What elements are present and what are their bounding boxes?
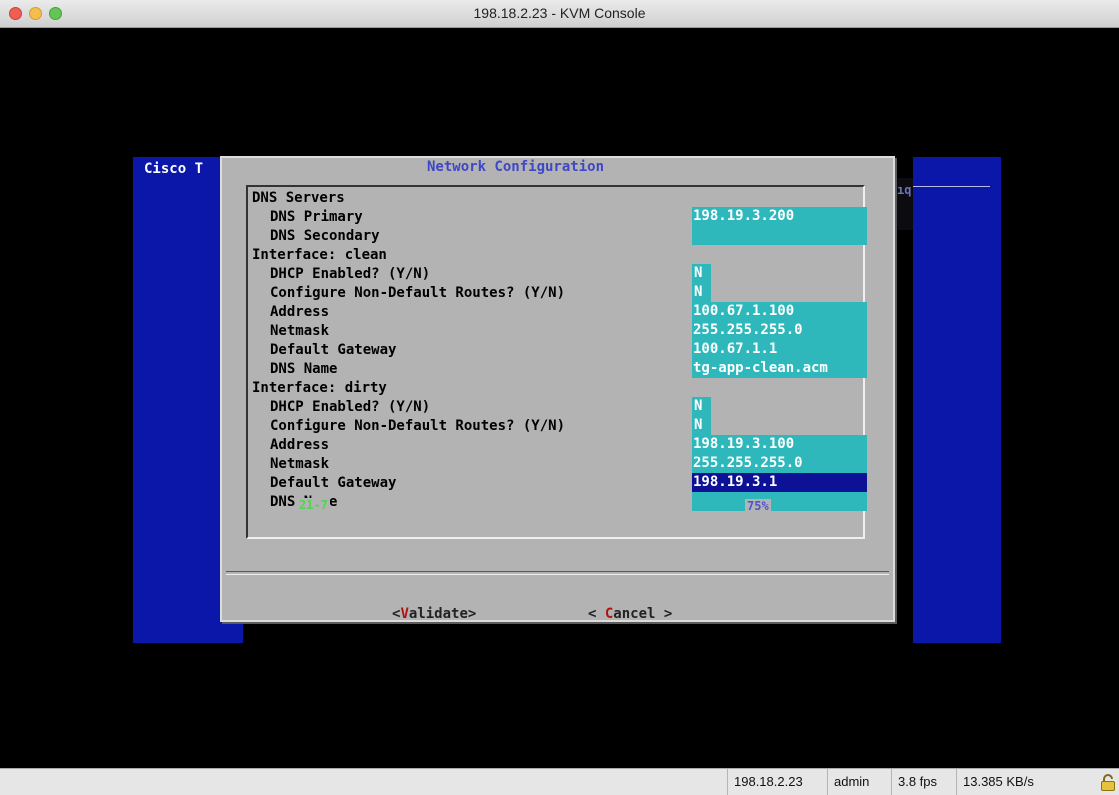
window-titlebar[interactable]: 198.18.2.23 - KVM Console: [0, 0, 1119, 28]
field-label: Configure Non-Default Routes? (Y/N): [270, 418, 566, 434]
field-input[interactable]: 100.67.1.100: [692, 302, 867, 321]
field-label: Address: [270, 437, 330, 453]
field-input[interactable]: 198.19.3.100: [692, 435, 867, 454]
cancel-bracket-close: >: [655, 606, 673, 622]
window-title: 198.18.2.23 - KVM Console: [473, 5, 646, 21]
background-blue-pane-right: [913, 157, 1001, 643]
field-label: DNS Secondary: [270, 228, 380, 244]
validate-button[interactable]: <Validate>: [392, 605, 476, 623]
field-label: Netmask: [270, 323, 330, 339]
lock-icon[interactable]: [1100, 774, 1116, 791]
cancel-button[interactable]: < Cancel >: [588, 605, 672, 623]
section-heading: DNS Servers: [252, 190, 345, 206]
status-transfer-rate: 13.385 KB/s: [956, 769, 1092, 795]
field-input[interactable]: 255.255.255.0: [692, 321, 867, 340]
field-input-focused[interactable]: 198.19.3.1: [692, 473, 867, 492]
field-label: Address: [270, 304, 330, 320]
field-label: DNS Primary: [270, 209, 363, 225]
section-heading: Interface: dirty: [252, 380, 387, 396]
field-input[interactable]: N: [692, 416, 711, 435]
cancel-bracket-open: <: [588, 606, 605, 622]
status-bar: 198.18.2.23 admin 3.8 fps 13.385 KB/s: [0, 768, 1119, 795]
field-input[interactable]: [692, 492, 867, 511]
field-label: DHCP Enabled? (Y/N): [270, 266, 431, 282]
background-text-fragment: ıq: [897, 183, 912, 197]
field-label: DHCP Enabled? (Y/N): [270, 399, 431, 415]
validate-hotkey: V: [400, 606, 409, 622]
field-input[interactable]: tg-app-clean.acm: [692, 359, 867, 378]
scroll-position-indicator: 21-7: [297, 498, 330, 512]
validate-bracket-close: >: [467, 606, 477, 622]
network-configuration-dialog: Network Configuration DNS Servers DNS Pri…: [220, 156, 895, 622]
form-area: DNS Servers DNS Primary 198.19.3.200 DNS Se…: [246, 185, 867, 539]
dialog-title: Network Configuration: [423, 159, 609, 175]
field-label: Netmask: [270, 456, 330, 472]
field-label: Default Gateway: [270, 342, 397, 358]
field-label: Default Gateway: [270, 475, 397, 491]
field-input[interactable]: N: [692, 264, 711, 283]
scroll-percent-indicator: 75%: [745, 499, 771, 513]
status-fps: 3.8 fps: [891, 769, 956, 795]
button-row-separator: [226, 571, 889, 575]
field-label: DNS Name: [270, 361, 338, 377]
field-input[interactable]: 255.255.255.0: [692, 454, 867, 473]
section-heading: Interface: clean: [252, 247, 387, 263]
status-host: 198.18.2.23: [727, 769, 827, 795]
cancel-label: ancel: [613, 606, 656, 622]
field-label: Configure Non-Default Routes? (Y/N): [270, 285, 566, 301]
background-divider: [901, 186, 990, 187]
field-input[interactable]: 198.19.3.200: [692, 207, 867, 226]
app-title-fragment: Cisco T: [144, 161, 204, 177]
status-user: admin: [827, 769, 891, 795]
field-input[interactable]: [692, 226, 867, 245]
validate-label: alidate: [408, 606, 468, 622]
kvm-console-screen[interactable]: Cisco T ıq Network Configuration DNS Ser…: [8, 28, 1119, 768]
field-input[interactable]: N: [692, 397, 711, 416]
field-input[interactable]: N: [692, 283, 711, 302]
field-input[interactable]: 100.67.1.1: [692, 340, 867, 359]
